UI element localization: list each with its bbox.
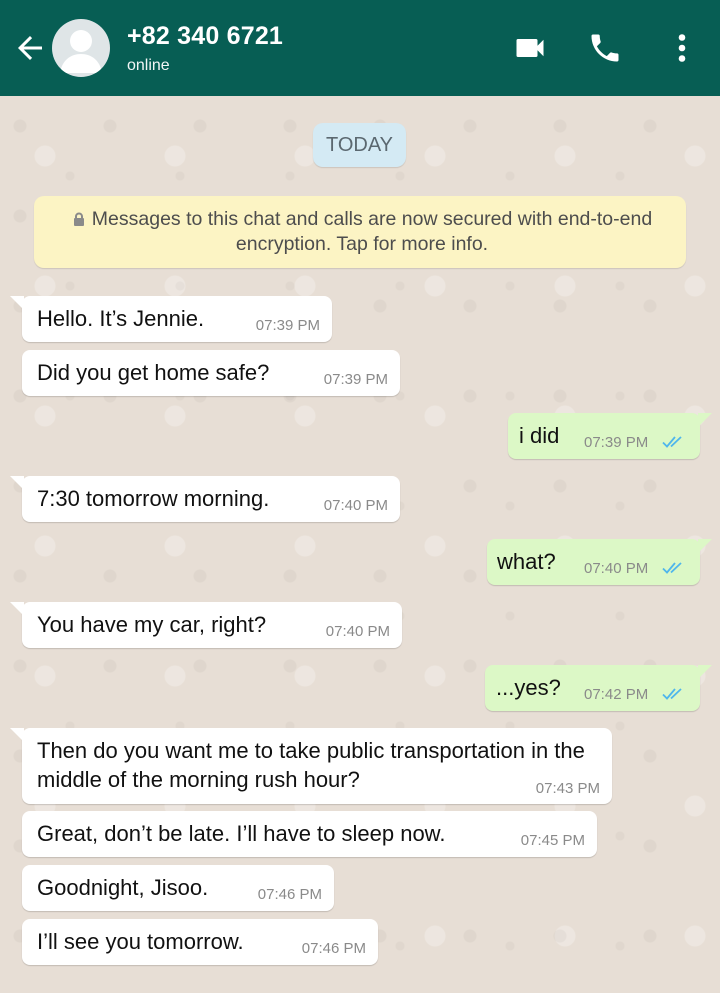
message-time: 07:46 PM: [301, 940, 366, 957]
message-text: ...yes?: [496, 675, 561, 700]
encryption-notice-text: Messages to this chat and calls are now …: [91, 208, 653, 255]
read-receipt-icon: [662, 436, 682, 448]
message-text: i did: [519, 423, 560, 448]
message-bubble-incoming[interactable]: Goodnight, Jisoo. 07:46 PM: [22, 865, 334, 911]
message-text: what?: [497, 549, 556, 574]
message-time: 07:39 PM: [323, 371, 388, 388]
message-bubble-incoming[interactable]: Great, don’t be late. I’ll have to sleep…: [22, 811, 597, 857]
contact-status: online: [127, 57, 170, 74]
message-text: 7:30 tomorrow morning.: [37, 486, 270, 511]
video-call-icon[interactable]: [512, 30, 548, 66]
contact-name[interactable]: +82 340 6721: [127, 22, 283, 51]
message-time: 07:46 PM: [257, 886, 322, 903]
message-time: 07:39 PM: [255, 317, 320, 334]
message-bubble-incoming[interactable]: I’ll see you tomorrow. 07:46 PM: [22, 919, 378, 965]
message-time: 07:43 PM: [535, 780, 600, 797]
message-text: Great, don’t be late. I’ll have to sleep…: [37, 821, 446, 846]
message-bubble-incoming[interactable]: Hello. It’s Jennie. 07:39 PM: [10, 296, 332, 342]
back-arrow-icon[interactable]: [12, 30, 48, 66]
read-receipt-icon: [662, 562, 682, 574]
chat-header: +82 340 6721 online: [0, 0, 720, 96]
message-bubble-incoming[interactable]: Then do you want me to take public trans…: [10, 728, 612, 804]
message-bubble-incoming[interactable]: You have my car, right? 07:40 PM: [10, 602, 402, 648]
encryption-notice[interactable]: Messages to this chat and calls are now …: [34, 196, 686, 268]
message-text: Then do you want me to take public trans…: [37, 738, 585, 792]
message-bubble-incoming[interactable]: 7:30 tomorrow morning. 07:40 PM: [10, 476, 400, 522]
message-time: 07:40 PM: [325, 623, 390, 640]
avatar[interactable]: [52, 19, 110, 77]
message-time: 07:40 PM: [323, 497, 388, 514]
message-bubble-incoming[interactable]: Did you get home safe? 07:39 PM: [22, 350, 400, 396]
read-receipt-icon: [662, 688, 682, 700]
message-text: I’ll see you tomorrow.: [37, 929, 244, 954]
message-bubble-outgoing[interactable]: what? 07:40 PM: [487, 539, 712, 585]
message-text: Did you get home safe?: [37, 360, 270, 385]
message-time: 07:40 PM: [584, 560, 649, 577]
message-time: 07:39 PM: [584, 434, 649, 451]
message-bubble-outgoing[interactable]: i did 07:39 PM: [508, 413, 712, 459]
message-text: Hello. It’s Jennie.: [37, 306, 205, 331]
message-time: 07:42 PM: [584, 686, 649, 703]
message-bubble-outgoing[interactable]: ...yes? 07:42 PM: [485, 665, 712, 711]
message-text: You have my car, right?: [37, 612, 267, 637]
more-options-icon[interactable]: [664, 30, 700, 66]
lock-icon: [73, 212, 84, 226]
date-divider: TODAY: [313, 123, 406, 167]
voice-call-icon[interactable]: [587, 30, 623, 66]
message-text: Goodnight, Jisoo.: [37, 875, 209, 900]
avatar-icon: [60, 30, 102, 73]
message-time: 07:45 PM: [520, 832, 585, 849]
